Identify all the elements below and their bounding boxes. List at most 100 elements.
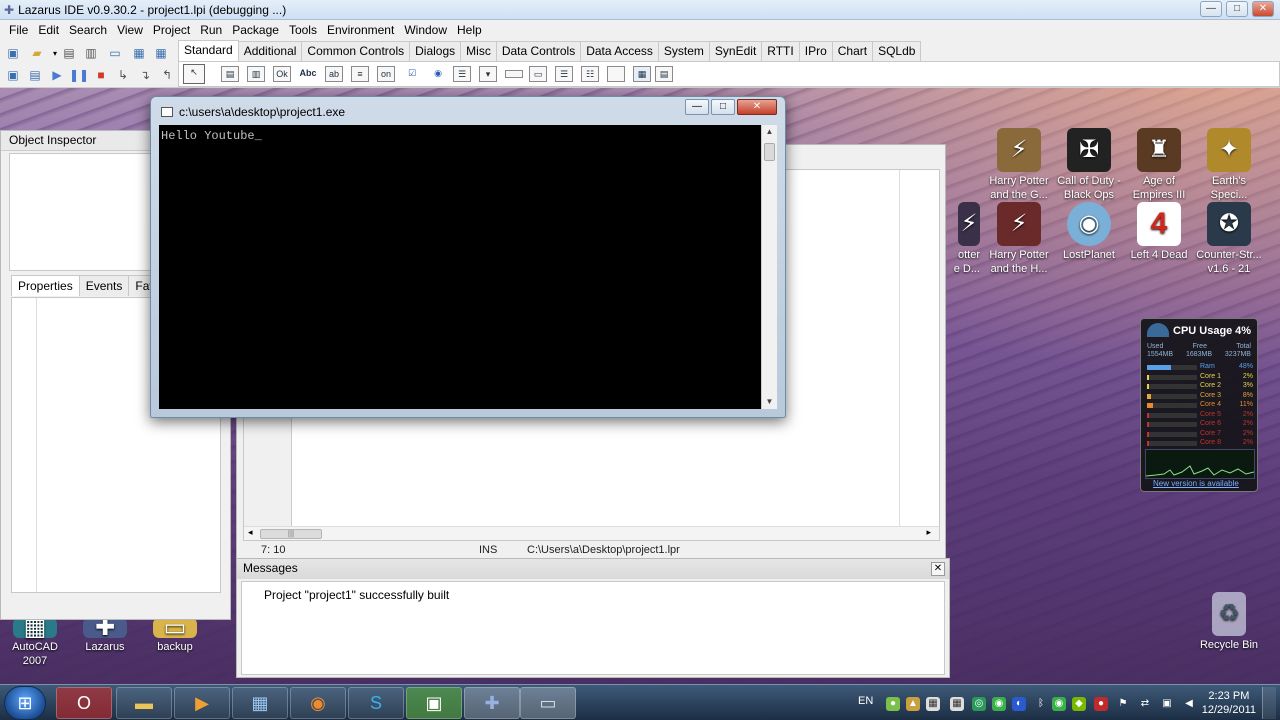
view-units-icon[interactable]: ▦ <box>130 44 148 62</box>
tab-properties[interactable]: Properties <box>11 275 80 296</box>
nvidia-icon[interactable]: ◆ <box>1072 697 1086 711</box>
menu-search[interactable]: Search <box>64 23 112 37</box>
horizontal-scrollbar[interactable]: ◂ ||| ▸ <box>244 526 939 540</box>
save-all-icon[interactable]: ▥ <box>82 44 100 62</box>
tray-app-icon[interactable]: ▦ <box>926 697 940 711</box>
combobox-icon[interactable]: ▾ <box>479 66 497 82</box>
checkbox-icon[interactable]: ☑ <box>403 66 421 82</box>
tray-app-icon[interactable]: ● <box>886 697 900 711</box>
cpu-usage-gadget[interactable]: CPU Usage 4% Used Free Total 1554MB 1683… <box>1140 318 1258 492</box>
skype-icon[interactable]: S <box>348 687 404 719</box>
step-over-icon[interactable]: ↴ <box>136 66 154 84</box>
tab-dialogs[interactable]: Dialogs <box>409 41 462 61</box>
start-button[interactable]: ⊞ <box>4 686 46 720</box>
checkgroup-icon[interactable]: ☷ <box>581 66 599 82</box>
desktop-icon-autocad[interactable]: ▦ AutoCAD 2007 <box>0 616 70 668</box>
console-scrollbar[interactable]: ▲ ▼ <box>761 125 777 409</box>
radio-button-icon[interactable]: ◉ <box>429 66 447 82</box>
scroll-up-icon[interactable]: ▲ <box>762 125 777 139</box>
pointer-icon[interactable]: ↖ <box>183 64 205 84</box>
edit-icon[interactable]: ab <box>325 66 343 82</box>
desktop-icon-harry-potter-g[interactable]: ⚡ Harry Potter and the G... <box>984 128 1054 202</box>
firefox-icon[interactable]: ◉ <box>290 687 346 719</box>
desktop-icon-hp3[interactable]: ⚡ Harry Potter and the H... <box>984 202 1054 276</box>
menu-run[interactable]: Run <box>195 23 227 37</box>
tray-app-icon[interactable]: ◎ <box>972 697 986 711</box>
menu-view[interactable]: View <box>112 23 148 37</box>
groupbox-icon[interactable]: ▭ <box>529 66 547 82</box>
tab-sqldb[interactable]: SQLdb <box>872 41 922 61</box>
language-indicator[interactable]: EN <box>858 695 873 707</box>
tab-system[interactable]: System <box>657 41 710 61</box>
scroll-right-icon[interactable]: ▸ <box>926 527 931 538</box>
menu-file[interactable]: File <box>4 23 33 37</box>
stop-icon[interactable]: ■ <box>92 66 110 84</box>
menu-window[interactable]: Window <box>399 23 452 37</box>
desktop-icon-aoe[interactable]: ♜ Age of Empires III <box>1124 128 1194 202</box>
new-form-icon[interactable]: ▣ <box>4 66 22 84</box>
lazarus-taskbar-icon[interactable]: ✚ <box>464 687 520 719</box>
tab-data-access[interactable]: Data Access <box>580 41 659 61</box>
close-button[interactable]: ✕ <box>737 99 777 115</box>
menu-help[interactable]: Help <box>452 23 487 37</box>
message-line[interactable]: Project "project1" successfully built <box>264 588 449 602</box>
tray-app-icon[interactable]: ▦ <box>950 697 964 711</box>
close-button[interactable]: ✕ <box>1252 1 1274 17</box>
tab-standard[interactable]: Standard <box>178 40 239 61</box>
maximize-button[interactable]: □ <box>711 99 735 115</box>
listbox-icon[interactable]: ☰ <box>453 66 471 82</box>
new-version-link[interactable]: New version is available <box>1153 479 1239 488</box>
minimize-button[interactable]: — <box>1200 1 1222 17</box>
show-desktop-button[interactable] <box>1262 687 1276 719</box>
desktop-icon-recycle-bin[interactable]: ♻ Recycle Bin <box>1194 592 1264 652</box>
scrollbar-thumb[interactable] <box>764 143 775 161</box>
volume-icon[interactable]: ◀ <box>1182 697 1196 711</box>
scrollbar-icon[interactable] <box>505 70 523 78</box>
tab-data-controls[interactable]: Data Controls <box>495 41 582 61</box>
console-taskbar-icon[interactable]: ▭ <box>520 687 576 719</box>
scrollbar-thumb[interactable]: ||| <box>260 529 322 539</box>
open-icon[interactable]: ▰ <box>28 44 46 62</box>
tray-app-icon[interactable]: ▲ <box>906 697 920 711</box>
tab-misc[interactable]: Misc <box>460 41 497 61</box>
menu-package[interactable]: Package <box>227 23 284 37</box>
menu-edit[interactable]: Edit <box>33 23 64 37</box>
minimize-button[interactable]: — <box>685 99 709 115</box>
label-icon[interactable]: Abc <box>299 66 317 82</box>
tray-app-icon[interactable]: ◉ <box>1052 697 1066 711</box>
tab-chart[interactable]: Chart <box>831 41 874 61</box>
view-forms-icon[interactable]: ▦ <box>152 44 170 62</box>
desktop-icon-earth[interactable]: ✦ Earth's Speci... <box>1194 128 1264 202</box>
new-unit-icon[interactable]: ▣ <box>4 44 22 62</box>
explorer-icon[interactable]: ▬ <box>116 687 172 719</box>
desktop-icon-lostplanet[interactable]: ◉ LostPlanet <box>1054 202 1124 262</box>
tab-events[interactable]: Events <box>78 275 130 296</box>
memo-icon[interactable]: ≡ <box>351 66 369 82</box>
actionlist-icon[interactable]: ▦ <box>633 66 651 82</box>
desktop-icon-cs[interactable]: ✪ Counter-Str... v1.6 - 21 <box>1194 202 1264 276</box>
toggle-form-icon[interactable]: ▭ <box>106 44 124 62</box>
tray-app-icon[interactable]: ◉ <box>992 697 1006 711</box>
media-player-icon[interactable]: ▶ <box>174 687 230 719</box>
tray-app-icon[interactable]: ◐ <box>1012 697 1026 711</box>
radiogroup-icon[interactable]: ☰ <box>555 66 573 82</box>
desktop-icon-cod[interactable]: ✠ Call of Duty - Black Ops <box>1054 128 1124 202</box>
frame-icon[interactable]: ▤ <box>221 66 239 82</box>
menu-environment[interactable]: Environment <box>322 23 399 37</box>
tab-synedit[interactable]: SynEdit <box>708 41 763 61</box>
desktop-icon-lazarus[interactable]: ✚ Lazarus <box>70 616 140 654</box>
opera-icon[interactable]: O <box>56 687 112 719</box>
panel-icon[interactable] <box>607 66 625 82</box>
step-into-icon[interactable]: ↳ <box>114 66 132 84</box>
save-icon[interactable]: ▤ <box>60 44 78 62</box>
scroll-down-icon[interactable]: ▼ <box>762 395 777 409</box>
clock[interactable]: 2:23 PM 12/29/2011 <box>1202 689 1256 717</box>
menu-tools[interactable]: Tools <box>284 23 322 37</box>
maximize-button[interactable]: □ <box>1226 1 1248 17</box>
scroll-left-icon[interactable]: ◂ <box>248 527 253 538</box>
desktop-icon-l4d[interactable]: 4 Left 4 Dead <box>1124 202 1194 262</box>
console-output-area[interactable]: Hello Youtube_ <box>159 125 761 409</box>
tray-app-icon[interactable]: ⇄ <box>1138 697 1152 711</box>
popup-icon[interactable]: ▤ <box>655 66 673 82</box>
tab-ipro[interactable]: IPro <box>798 41 833 61</box>
